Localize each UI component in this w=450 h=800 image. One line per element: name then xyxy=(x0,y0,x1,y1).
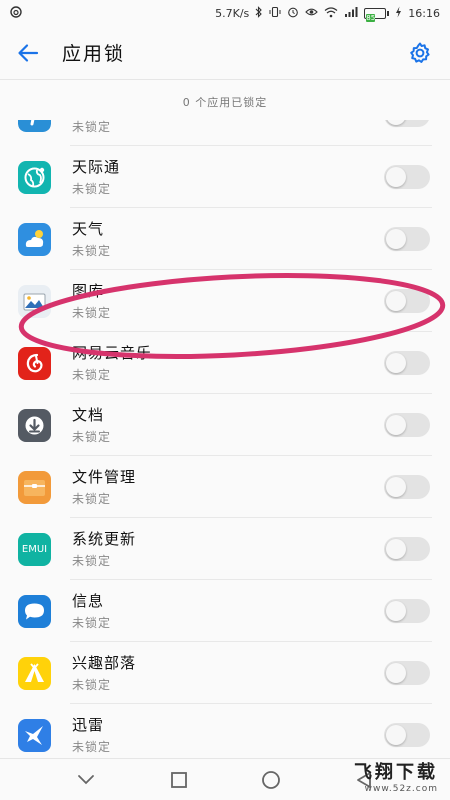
app-row: 兴趣部落 未锁定 xyxy=(0,642,450,704)
app-row: EMUI 系统更新 未锁定 xyxy=(0,518,450,580)
triangle-back-icon xyxy=(356,771,371,788)
gallery-icon xyxy=(18,285,51,318)
netease-notification-icon xyxy=(10,5,22,21)
back-button[interactable] xyxy=(0,26,56,80)
lock-toggle[interactable] xyxy=(384,413,430,437)
app-name: 文档 xyxy=(72,406,105,424)
app-name: 图库 xyxy=(72,282,105,300)
lock-toggle[interactable] xyxy=(384,165,430,189)
app-lock-status: 未锁定 xyxy=(72,554,112,568)
partial-app-icon xyxy=(18,120,51,132)
square-icon xyxy=(170,771,187,788)
app-name: 网易云音乐 xyxy=(72,344,153,362)
status-bar: 5.7K/s 85 16:16 xyxy=(0,0,450,26)
app-name: 兴趣部落 xyxy=(72,654,137,672)
message-icon xyxy=(18,595,51,628)
app-name: 迅雷 xyxy=(72,716,105,734)
wifi-icon xyxy=(324,6,338,21)
chevron-down-icon xyxy=(78,774,95,784)
alarm-icon xyxy=(287,6,299,21)
gear-icon xyxy=(410,42,430,63)
battery-level: 85 xyxy=(366,13,376,22)
app-name: 信息 xyxy=(72,592,105,610)
app-row: 迅雷 未锁定 xyxy=(0,704,450,758)
page-title: 应用锁 xyxy=(62,43,126,65)
battery-icon: 85 xyxy=(364,7,390,22)
app-lock-status: 未锁定 xyxy=(72,368,112,382)
folder-icon xyxy=(18,471,51,504)
home-button[interactable] xyxy=(251,760,291,800)
lock-toggle[interactable] xyxy=(384,120,430,127)
app-lock-status: 未锁定 xyxy=(72,678,112,692)
app-row: 天际通 未锁定 xyxy=(0,146,450,208)
locked-count-summary: 0 个应用已锁定 xyxy=(182,96,268,109)
app-list[interactable]: 未锁定 天际通 未锁定 天气 未锁定 图库 未锁定 网易云音乐 未锁定 文档 未… xyxy=(0,120,450,758)
app-name: 系统更新 xyxy=(72,530,137,548)
back-arrow-icon xyxy=(18,43,39,62)
emui-icon: EMUI xyxy=(18,533,51,566)
app-row: 文档 未锁定 xyxy=(0,394,450,456)
app-row: 图库 未锁定 xyxy=(0,270,450,332)
app-lock-status: 未锁定 xyxy=(72,120,112,134)
app-name: 文件管理 xyxy=(72,468,137,486)
lock-toggle[interactable] xyxy=(384,723,430,747)
charging-icon xyxy=(395,6,402,21)
app-lock-status: 未锁定 xyxy=(72,306,112,320)
lock-toggle[interactable] xyxy=(384,599,430,623)
signal-icon xyxy=(344,6,358,21)
download-document-icon xyxy=(18,409,51,442)
app-name: 天气 xyxy=(72,220,105,238)
app-name: 天际通 xyxy=(72,158,121,176)
app-lock-status: 未锁定 xyxy=(72,616,112,630)
netease-music-icon xyxy=(18,347,51,380)
lock-toggle[interactable] xyxy=(384,351,430,375)
clock-time: 16:16 xyxy=(408,6,440,20)
app-row: 网易云音乐 未锁定 xyxy=(0,332,450,394)
vibrate-icon xyxy=(269,6,281,21)
lock-toggle[interactable] xyxy=(384,227,430,251)
hide-nav-button[interactable] xyxy=(66,760,106,800)
bluetooth-icon xyxy=(255,5,263,21)
app-row: 文件管理 未锁定 xyxy=(0,456,450,518)
settings-button[interactable] xyxy=(402,35,438,71)
back-nav-button[interactable] xyxy=(344,760,384,800)
weather-icon xyxy=(18,223,51,256)
app-lock-status: 未锁定 xyxy=(72,492,112,506)
globe-icon xyxy=(18,161,51,194)
app-row: 天气 未锁定 xyxy=(0,208,450,270)
network-speed: 5.7K/s xyxy=(215,6,250,20)
app-row: 未锁定 xyxy=(0,120,450,146)
app-lock-status: 未锁定 xyxy=(72,740,112,754)
app-row: 信息 未锁定 xyxy=(0,580,450,642)
app-lock-status: 未锁定 xyxy=(72,430,112,444)
lock-toggle[interactable] xyxy=(384,289,430,313)
bird-icon xyxy=(18,719,51,752)
recents-button[interactable] xyxy=(159,760,199,800)
circle-icon xyxy=(262,770,281,789)
lock-toggle[interactable] xyxy=(384,661,430,685)
navigation-bar xyxy=(0,758,450,800)
tent-icon xyxy=(18,657,51,690)
lock-toggle[interactable] xyxy=(384,475,430,499)
action-bar: 应用锁 xyxy=(0,26,450,80)
app-lock-status: 未锁定 xyxy=(72,244,112,258)
lock-toggle[interactable] xyxy=(384,537,430,561)
eye-comfort-icon xyxy=(305,6,319,21)
app-lock-status: 未锁定 xyxy=(72,182,112,196)
